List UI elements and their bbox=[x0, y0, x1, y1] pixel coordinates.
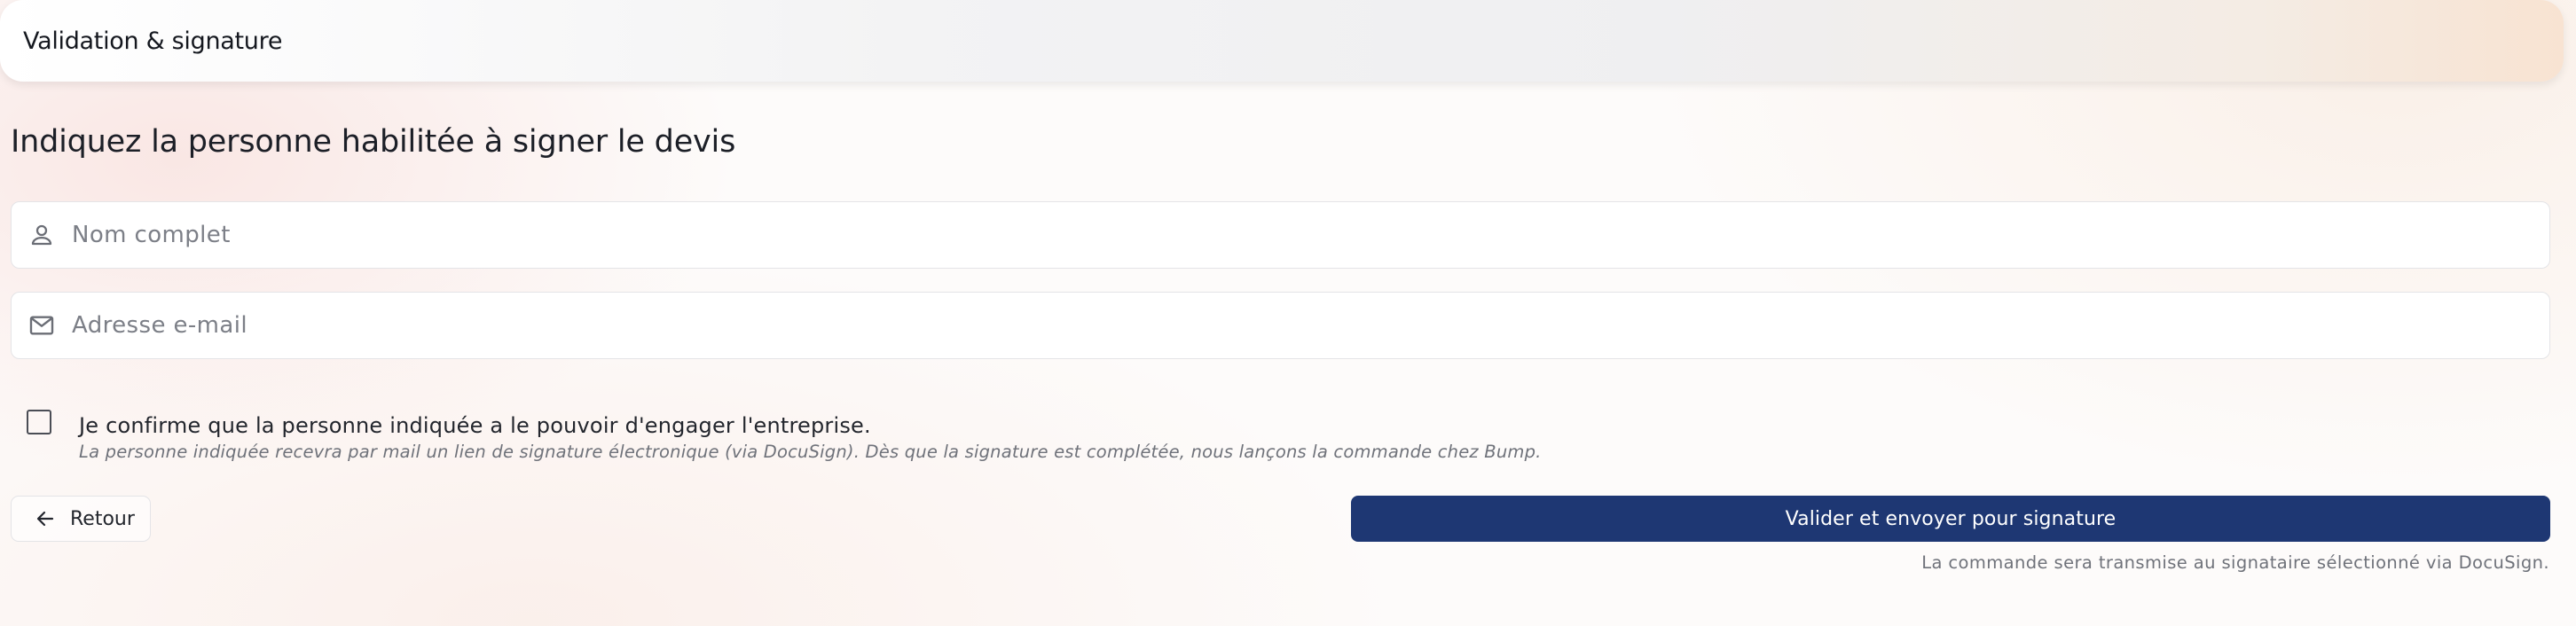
back-button-label: Retour bbox=[70, 507, 135, 530]
header-card: Validation & signature bbox=[0, 0, 2564, 82]
footer-note: La commande sera transmise au signataire… bbox=[1921, 552, 2549, 573]
validate-and-send-button[interactable]: Valider et envoyer pour signature bbox=[1351, 496, 2550, 542]
validate-and-send-label: Valider et envoyer pour signature bbox=[1785, 507, 2117, 530]
confirm-authority-texts: Je confirme que la personne indiquée a l… bbox=[79, 413, 1542, 462]
page-title: Validation & signature bbox=[23, 27, 283, 55]
mail-icon bbox=[26, 309, 58, 341]
email-input[interactable] bbox=[72, 293, 2549, 358]
arrow-left-icon bbox=[35, 508, 56, 529]
confirm-authority-checkbox[interactable] bbox=[27, 410, 51, 434]
confirm-authority-label[interactable]: Je confirme que la personne indiquée a l… bbox=[79, 413, 1542, 438]
confirm-authority-hint: La personne indiquée recevra par mail un… bbox=[79, 442, 1542, 462]
confirm-authority-row: Je confirme que la personne indiquée a l… bbox=[27, 410, 1542, 462]
person-icon bbox=[26, 219, 58, 251]
full-name-input[interactable] bbox=[72, 202, 2549, 268]
back-button[interactable]: Retour bbox=[11, 496, 151, 542]
section-heading: Indiquez la personne habilitée à signer … bbox=[11, 124, 736, 160]
email-field[interactable] bbox=[11, 292, 2550, 359]
full-name-field[interactable] bbox=[11, 201, 2550, 269]
